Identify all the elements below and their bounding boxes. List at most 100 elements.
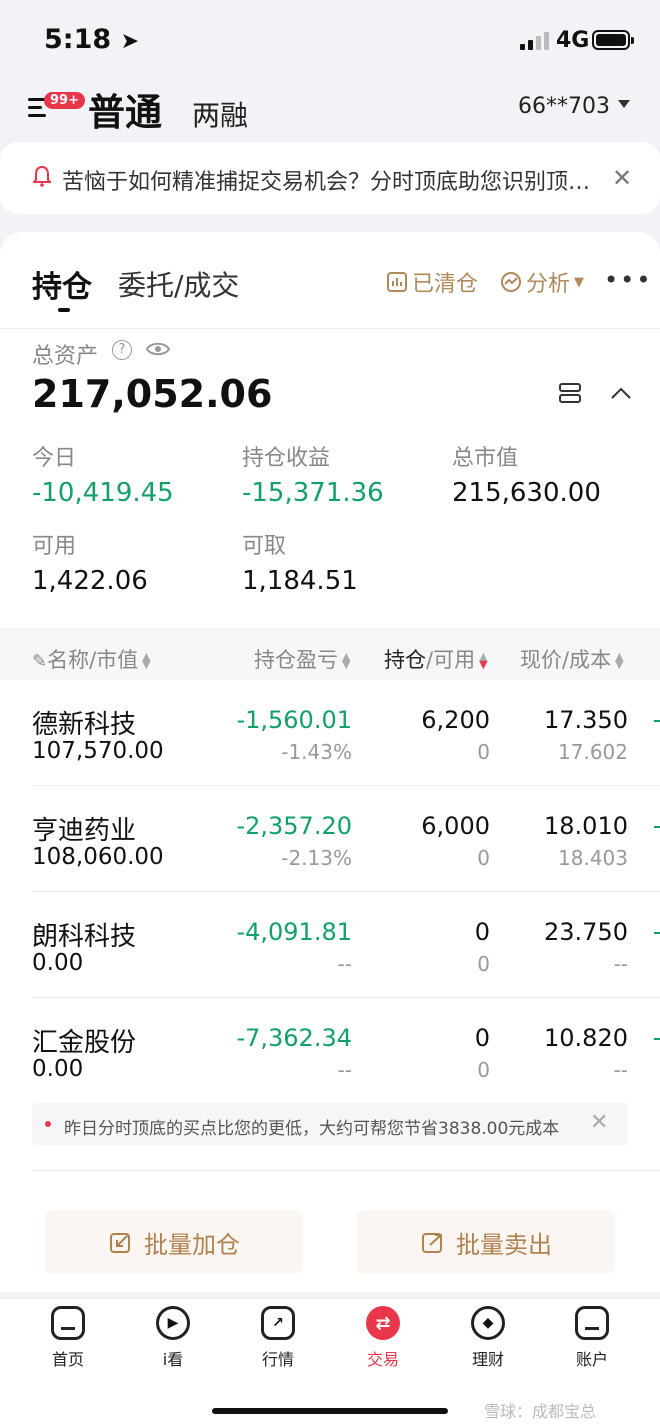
- stock-name: 汇金股份: [32, 1028, 137, 1058]
- chevron-up-icon[interactable]: [610, 386, 632, 400]
- stock-price: 23.750: [544, 918, 628, 946]
- stock-cost: 17.602: [558, 740, 628, 764]
- column-pnl[interactable]: 持仓盈亏 ▲ ▼: [254, 644, 350, 674]
- tab-orders-trades[interactable]: 委托/成交: [118, 264, 239, 304]
- tip-text[interactable]: 昨日分时顶底的买点比您的更低，大约可帮您节省3838.00元成本: [64, 1114, 559, 1139]
- stock-available: 0: [477, 846, 490, 870]
- stock-available: 0: [477, 740, 490, 764]
- active-tab-indicator: [58, 308, 70, 312]
- withdrawable-value: 1,184.51: [242, 566, 358, 596]
- tab-market[interactable]: ↗ 行情: [238, 1306, 318, 1370]
- sort-icon: ▲ ▼: [615, 650, 624, 671]
- total-assets-value: 217,052.06: [32, 372, 273, 416]
- market-value-label: 总市值: [452, 446, 519, 471]
- chart-icon: ↗: [261, 1306, 295, 1340]
- account-icon: [575, 1306, 609, 1340]
- bulk-sell-button[interactable]: 批量卖出: [357, 1210, 615, 1274]
- stock-pnl: -2,357.20: [236, 812, 352, 840]
- column-qty[interactable]: 持仓/可用 ▲ ▼: [384, 644, 488, 674]
- stock-available: 0: [477, 952, 490, 976]
- close-icon[interactable]: ✕: [590, 1110, 608, 1135]
- stock-pnl-pct: --: [337, 952, 352, 976]
- stock-price: 18.010: [544, 812, 628, 840]
- analysis-icon: [501, 272, 521, 292]
- row-edge-marker: [654, 932, 660, 934]
- available-value: 1,422.06: [32, 566, 148, 596]
- message-badge[interactable]: 99+: [44, 92, 85, 109]
- bulk-add-button[interactable]: 批量加仓: [45, 1210, 303, 1274]
- network-type: 4G: [556, 28, 590, 53]
- stock-cost: --: [613, 1058, 628, 1082]
- sort-icon: ▲ ▼: [342, 650, 351, 671]
- edit-icon: ✎: [32, 651, 48, 672]
- column-name-mv[interactable]: ✎名称/市值 ▲ ▼: [32, 644, 151, 674]
- battery-icon: [592, 30, 634, 50]
- cleared-positions-button[interactable]: 已清仓: [386, 266, 478, 298]
- tab-trade[interactable]: ⇄ 交易: [343, 1306, 423, 1370]
- tab-ikan[interactable]: ▶ i看: [133, 1306, 213, 1370]
- stock-pnl: -1,560.01: [236, 706, 352, 734]
- total-assets-label: 总资产: [32, 344, 99, 369]
- layout-toggle-icon[interactable]: [558, 382, 582, 404]
- home-icon: [51, 1306, 85, 1340]
- analysis-button[interactable]: 分析 ▼: [500, 266, 584, 298]
- cleared-label: 已清仓: [412, 272, 479, 297]
- play-icon: ▶: [156, 1306, 190, 1340]
- tab-label: i看: [162, 1350, 184, 1369]
- sort-icon: ▲ ▼: [142, 650, 151, 671]
- add-position-icon: [110, 1233, 130, 1253]
- more-icon[interactable]: •••: [604, 266, 652, 294]
- bar-chart-icon: [387, 272, 407, 292]
- stock-available: 0: [477, 1058, 490, 1082]
- row-edge-marker: [654, 826, 660, 828]
- divider: [32, 1170, 660, 1171]
- stock-name: 朗科科技: [32, 922, 137, 952]
- stock-cost: --: [613, 952, 628, 976]
- column-price-cost[interactable]: 现价/成本 ▲ ▼: [520, 644, 624, 674]
- divider: [0, 328, 660, 329]
- stock-market-value: 108,060.00: [32, 844, 164, 870]
- close-icon[interactable]: ✕: [612, 164, 632, 192]
- stock-cost: 18.403: [558, 846, 628, 870]
- tab-finance[interactable]: ◆ 理财: [448, 1306, 528, 1370]
- tab-label: 首页: [51, 1350, 84, 1369]
- trade-icon: ⇄: [366, 1306, 400, 1340]
- watermark: 雪球：成都宝总: [484, 1402, 597, 1421]
- stock-price: 10.820: [544, 1024, 628, 1052]
- notice-text[interactable]: 苦恼于如何精准捕捉交易机会？分时顶底助您识别顶…: [62, 164, 602, 196]
- eye-icon[interactable]: [146, 340, 170, 358]
- sort-desc-icon: ▲ ▼: [479, 650, 488, 671]
- tab-home[interactable]: 首页: [28, 1306, 108, 1370]
- available-label: 可用: [32, 534, 77, 559]
- bulk-add-label: 批量加仓: [144, 1230, 240, 1259]
- finance-icon: ◆: [471, 1306, 505, 1340]
- tab-label: 理财: [471, 1350, 504, 1369]
- tab-margin-account[interactable]: 两融: [192, 94, 248, 134]
- tip-dot: [45, 1121, 51, 1127]
- sell-position-icon: [422, 1233, 442, 1253]
- stock-pnl-pct: --: [337, 1058, 352, 1082]
- today-pnl-label: 今日: [32, 446, 77, 471]
- chevron-down-icon[interactable]: [618, 100, 630, 108]
- status-time: 5:18 ➤: [44, 24, 140, 55]
- account-selector[interactable]: 66**703: [518, 94, 610, 119]
- tab-label: 账户: [575, 1350, 608, 1369]
- home-indicator[interactable]: [212, 1408, 448, 1414]
- stock-pnl-pct: -1.43%: [281, 740, 352, 764]
- tab-label: 交易: [366, 1350, 399, 1369]
- tab-account[interactable]: 账户: [552, 1306, 632, 1370]
- today-pnl-value: -10,419.45: [32, 478, 174, 508]
- holding-pnl-label: 持仓收益: [242, 446, 331, 471]
- stock-qty: 0: [474, 918, 490, 946]
- row-edge-marker: [654, 720, 660, 722]
- stock-qty: 6,000: [421, 812, 490, 840]
- stock-market-value: 0.00: [32, 1056, 84, 1082]
- stock-name: 德新科技: [32, 710, 137, 740]
- help-icon[interactable]: ?: [112, 340, 132, 360]
- stock-pnl: -4,091.81: [236, 918, 352, 946]
- stock-pnl-pct: -2.13%: [281, 846, 352, 870]
- tab-label: 行情: [261, 1350, 294, 1369]
- tab-normal-account[interactable]: 普通: [88, 82, 162, 136]
- signal-icon: [520, 32, 550, 50]
- tab-holdings[interactable]: 持仓: [32, 262, 92, 306]
